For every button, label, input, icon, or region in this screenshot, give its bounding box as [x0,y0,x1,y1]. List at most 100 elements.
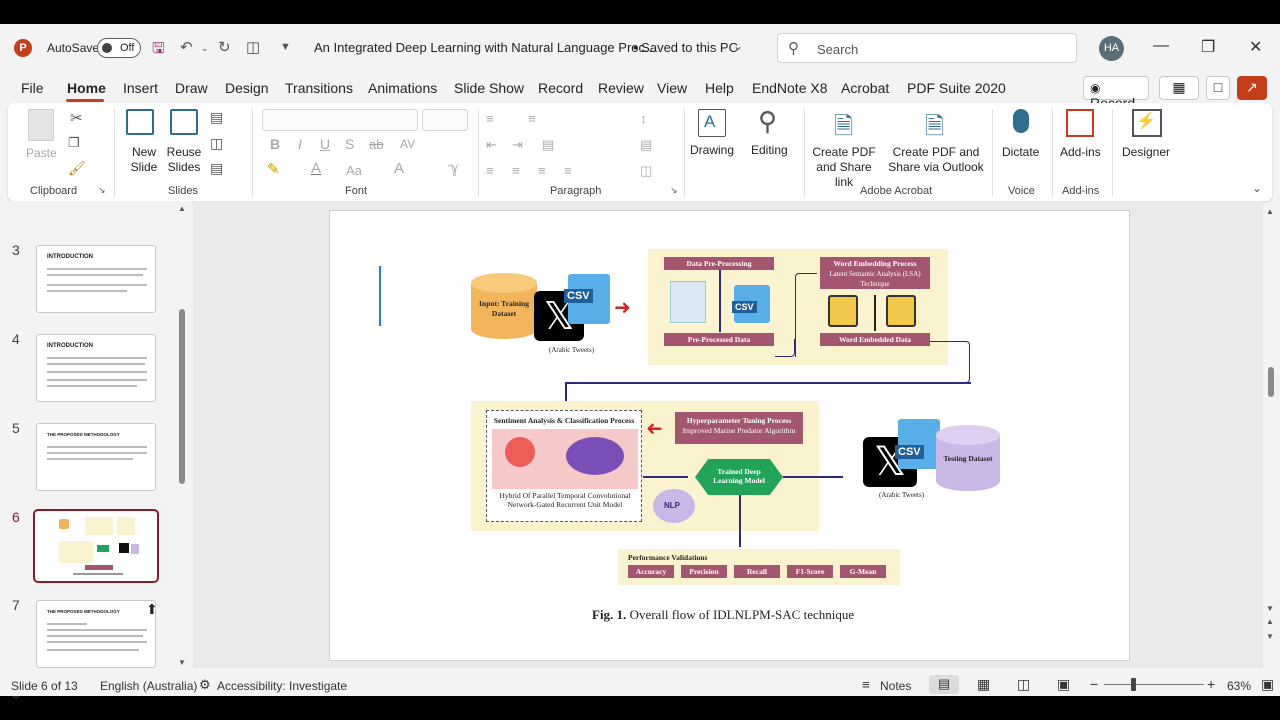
scroll-down-icon[interactable]: ▼ [1266,604,1274,613]
search-box[interactable]: ⚲ Search [777,33,1077,63]
reuse-slides-button[interactable]: Reuse Slides [166,145,202,175]
create-pdf-outlook-button[interactable]: Create PDF and Share via Outlook [886,145,986,175]
scroll-up-icon[interactable]: ▲ [178,204,186,213]
customize-qat-icon[interactable]: ▼ [280,41,291,53]
close-icon[interactable]: ✕ [1249,37,1262,57]
dialog-launcher-icon[interactable]: ↘ [98,185,106,196]
fit-to-window-icon[interactable]: ▣ [1261,676,1274,693]
language-indicator[interactable]: English (Australia) [100,679,197,693]
autosave-toggle[interactable]: Off [97,38,141,58]
tab-transitions[interactable]: Transitions [285,80,353,96]
tab-slide-show[interactable]: Slide Show [454,80,524,96]
decrease-indent-icon[interactable]: ⇤ [486,137,497,153]
new-slide-button[interactable]: New Slide [124,145,164,175]
paste-button[interactable]: Paste [26,146,57,161]
bold-button[interactable]: B [270,137,280,152]
teams-button[interactable]: ▦ [1159,76,1199,100]
collapse-ribbon-icon[interactable]: ⌄ [1252,181,1262,195]
slide-thumbnail[interactable]: THE PROPOSED METHODOLOGY [36,600,156,668]
italic-button[interactable]: I [298,137,302,152]
tab-animations[interactable]: Animations [368,80,437,96]
slide-thumbnail[interactable]: INTRODUCTION [36,334,156,402]
numbering-icon[interactable]: ≡ [528,111,536,126]
tab-review[interactable]: Review [598,80,644,96]
slide-thumbnail-selected[interactable] [33,509,159,583]
tab-record[interactable]: Record [538,80,583,96]
designer-button[interactable]: Designer [1122,145,1170,160]
minimize-icon[interactable]: — [1153,37,1169,55]
record-button[interactable]: ◉ Record [1083,76,1149,111]
drawing-button[interactable]: Drawing [690,143,734,158]
notes-button[interactable]: Notes [880,679,911,693]
undo-icon[interactable]: ↶ [180,38,193,56]
accessibility-status[interactable]: Accessibility: Investigate [217,679,347,693]
add-ins-button[interactable]: Add-ins [1060,145,1101,160]
format-painter-icon[interactable]: 🖌 [68,160,86,177]
thumbnail-scrollbar[interactable] [179,309,185,484]
save-icon[interactable]: 🖫 [152,38,165,63]
layout-icon[interactable]: ▤ [210,109,223,126]
clear-formatting-icon[interactable]: ℽ [448,161,459,176]
comments-button[interactable]: □ [1206,76,1230,100]
canvas-scrollbar[interactable] [1268,367,1274,397]
dictate-button[interactable]: Dictate [1002,145,1039,160]
share-button[interactable]: ↗ [1237,76,1267,100]
font-size-box[interactable] [422,109,468,131]
text-direction-icon[interactable]: ▤ [640,137,652,153]
align-center-icon[interactable]: ≡ [512,163,520,178]
tab-pdf-suite[interactable]: PDF Suite 2020 [907,80,1006,96]
dialog-launcher-icon[interactable]: ↘ [670,185,678,196]
reset-icon[interactable]: ◫ [210,135,223,152]
avatar[interactable]: HA [1099,36,1124,61]
scroll-down-icon[interactable]: ▼ [178,658,186,667]
tab-acrobat[interactable]: Acrobat [841,80,889,96]
zoom-slider-thumb[interactable] [1131,678,1136,691]
highlighter-icon[interactable]: ✎ [267,162,280,177]
zoom-out-icon[interactable]: − [1090,676,1098,692]
line-spacing-icon[interactable]: ↕ [640,111,647,126]
slide[interactable]: Input: Training Dataset 𝕏 CSV (Arabic Tw… [329,210,1130,661]
save-status[interactable]: • Saved to this PC [633,40,738,55]
tab-view[interactable]: View [657,80,687,96]
slideshow-view-icon[interactable]: ▣ [1057,676,1070,693]
undo-dropdown-icon[interactable]: ⌄ [201,43,209,54]
tab-file[interactable]: File [21,80,44,96]
copy-icon[interactable]: ❐ [68,135,80,151]
reading-view-icon[interactable]: ◫ [1017,676,1030,693]
tab-endnote[interactable]: EndNote X8 [752,80,828,96]
tab-home[interactable]: Home [67,80,106,96]
change-case-button[interactable]: Aa [346,163,362,178]
zoom-slider[interactable] [1104,684,1204,685]
tab-design[interactable]: Design [225,80,269,96]
align-left-icon[interactable]: ≡ [486,163,494,178]
smartart-icon[interactable]: ◫ [640,163,652,179]
justify-icon[interactable]: ≡ [564,163,572,178]
zoom-in-icon[interactable]: + [1207,676,1215,692]
zoom-level[interactable]: 63% [1227,679,1251,693]
shadow-button[interactable]: S [345,137,354,152]
align-right-icon[interactable]: ≡ [538,163,546,178]
tab-draw[interactable]: Draw [175,80,208,96]
slide-sorter-icon[interactable]: ▦ [977,676,990,693]
slide-thumbnail[interactable]: INTRODUCTION [36,245,156,313]
bullets-icon[interactable]: ≡ [486,111,494,126]
tab-insert[interactable]: Insert [123,80,158,96]
font-color-button[interactable]: A [311,161,321,176]
underline-button[interactable]: U [320,137,330,152]
redo-icon[interactable]: ↻ [218,38,231,56]
cut-icon[interactable]: ✂ [70,109,83,127]
create-pdf-share-link-button[interactable]: Create PDF and Share link [806,145,882,190]
font-name-box[interactable] [262,109,418,131]
slide-thumbnail[interactable]: THE PROPOSED METHODOLOGY [36,423,156,491]
tab-help[interactable]: Help [705,80,734,96]
chevron-down-icon[interactable]: ⌄ [733,39,743,53]
increase-font-button[interactable]: A [394,161,404,176]
increase-indent-icon[interactable]: ⇥ [512,137,523,153]
strikethrough-button[interactable]: ab [369,137,383,152]
character-spacing-button[interactable]: AV [400,137,415,152]
columns-icon[interactable]: ▤ [542,137,554,153]
previous-slide-icon[interactable]: ▲ [1266,617,1274,626]
next-slide-icon[interactable]: ▼ [1266,632,1274,641]
editing-button[interactable]: Editing [751,143,788,158]
scroll-up-icon[interactable]: ▲ [1266,207,1274,216]
